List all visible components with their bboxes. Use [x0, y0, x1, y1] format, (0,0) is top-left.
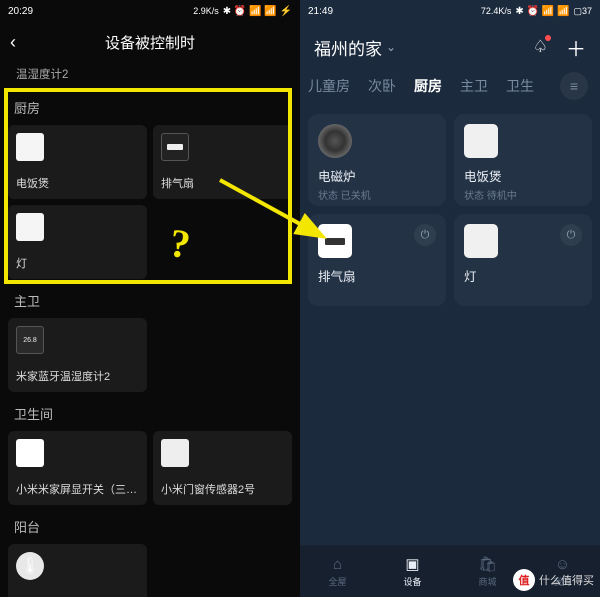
watermark-badge-icon: 值: [513, 569, 535, 591]
device-label: 小米门窗传感器2号: [161, 481, 284, 497]
tab-secondbed[interactable]: 次卧: [368, 76, 396, 96]
mall-icon: 🛍: [478, 555, 497, 573]
device-tile-fan[interactable]: 排气扇: [153, 125, 292, 199]
power-button[interactable]: ⏻: [560, 224, 582, 246]
room-tabs: 儿童房 次卧 厨房 主卫 卫生 ≡: [308, 72, 592, 104]
watermark: 值 什么值得买: [513, 569, 594, 591]
switch-icon: [16, 439, 44, 467]
home-icon: ⌂: [333, 556, 342, 573]
battery-icon: ▢37: [573, 6, 592, 17]
chevron-down-icon[interactable]: ⌄: [386, 40, 396, 54]
light-icon: [464, 224, 498, 258]
section-kitchen-grid: 电饭煲 排气扇 灯: [8, 125, 292, 279]
notification-button[interactable]: ♤: [533, 37, 548, 57]
partial-device-label[interactable]: 温湿度计2: [8, 62, 292, 86]
round-sensor-icon: 🌡: [16, 552, 44, 580]
page-title: 设备被控制时: [30, 32, 290, 53]
right-phone: 21:49 72.4K/s ✱ ⏰ 📶 📶 ▢37 福州的家 ⌄ ♤ ＋ 儿童房…: [300, 0, 600, 597]
status-icons: ✱ ⏰ 📶 📶: [515, 6, 569, 17]
nav-item-whole[interactable]: ⌂ 全屋: [300, 546, 375, 597]
notification-dot: [545, 35, 551, 41]
device-status: 状态 待机中: [464, 187, 582, 202]
section-balcony-grid: 🌡: [8, 544, 292, 597]
right-device-grid: 电磁炉 状态 已关机 电饭煲 状态 待机中 ⏻ 排气扇 ⏻ 灯: [308, 114, 592, 306]
device-label: 电饭煲: [16, 175, 139, 191]
device-label: 米家蓝牙温湿度计2: [16, 368, 139, 384]
induction-cooker-icon: [318, 124, 352, 158]
device-status: 状态 已关机: [318, 187, 436, 202]
device-tile-light-r[interactable]: ⏻ 灯: [454, 214, 592, 306]
nav-item-devices[interactable]: ▣ 设备: [375, 546, 450, 597]
status-speed: 72.4K/s: [481, 6, 512, 16]
device-tile-light[interactable]: 灯: [8, 205, 147, 279]
home-title[interactable]: 福州的家: [314, 35, 382, 60]
power-button[interactable]: ⏻: [414, 224, 436, 246]
device-tile-ricecooker[interactable]: 电饭煲: [8, 125, 147, 199]
status-speed: 2.9K/s: [193, 6, 219, 16]
left-header: ‹ 设备被控制时: [0, 22, 300, 62]
device-tile-thermo[interactable]: 26.8 米家蓝牙温湿度计2: [8, 318, 147, 392]
watermark-text: 什么值得买: [539, 572, 594, 588]
door-sensor-icon: [161, 439, 189, 467]
fan-icon: [161, 133, 189, 161]
thermometer-icon: 26.8: [16, 326, 44, 354]
section-zhuwei-header: 主卫: [8, 279, 292, 318]
left-content: 温湿度计2 厨房 电饭煲 排气扇 灯 主卫 26.8 米家蓝牙温湿度计2 卫生间: [0, 62, 300, 597]
device-tile-induction[interactable]: 电磁炉 状态 已关机: [308, 114, 446, 206]
device-tile-switch[interactable]: 小米米家屏显开关（三开...: [8, 431, 147, 505]
ricecooker-icon: [464, 124, 498, 158]
section-bathroom-grid: 小米米家屏显开关（三开... 小米门窗传感器2号: [8, 431, 292, 505]
device-label: 排气扇: [161, 175, 284, 191]
device-tile-balcony[interactable]: 🌡: [8, 544, 147, 597]
ricecooker-icon: [16, 133, 44, 161]
tab-kitchen[interactable]: 厨房: [414, 76, 442, 96]
section-balcony-header: 阳台: [8, 505, 292, 544]
nav-label: 设备: [403, 575, 421, 588]
back-button[interactable]: ‹: [10, 32, 30, 53]
light-icon: [16, 213, 44, 241]
device-tile-ricecooker-r[interactable]: 电饭煲 状态 待机中: [454, 114, 592, 206]
tab-bathroom[interactable]: 卫生: [506, 76, 534, 96]
device-name: 电磁炉: [318, 166, 436, 185]
device-label: 小米米家屏显开关（三开...: [16, 481, 139, 497]
status-time: 20:29: [8, 6, 193, 17]
tab-kids[interactable]: 儿童房: [308, 76, 350, 96]
device-name: 电饭煲: [464, 166, 582, 185]
right-header: 福州的家 ⌄ ♤ ＋: [300, 22, 600, 72]
right-content: 儿童房 次卧 厨房 主卫 卫生 ≡ 电磁炉 状态 已关机 电饭煲 状态 待机中 …: [300, 72, 600, 545]
tab-zhuwei[interactable]: 主卫: [460, 76, 488, 96]
device-tile-sensor[interactable]: 小米门窗传感器2号: [153, 431, 292, 505]
nav-label: 商城: [478, 575, 496, 588]
device-name: 排气扇: [318, 266, 436, 285]
status-time: 21:49: [308, 6, 481, 17]
fan-icon: [318, 224, 352, 258]
statusbar-left: 20:29 2.9K/s ✱ ⏰ 📶 📶 ⚡: [0, 0, 300, 22]
device-label: 灯: [16, 255, 139, 271]
section-zhuwei-grid: 26.8 米家蓝牙温湿度计2: [8, 318, 292, 392]
add-button[interactable]: ＋: [566, 33, 586, 62]
statusbar-right: 21:49 72.4K/s ✱ ⏰ 📶 📶 ▢37: [300, 0, 600, 22]
section-kitchen-header: 厨房: [8, 86, 292, 125]
device-name: 灯: [464, 266, 582, 285]
left-phone: 20:29 2.9K/s ✱ ⏰ 📶 📶 ⚡ ‹ 设备被控制时 温湿度计2 厨房…: [0, 0, 300, 597]
nav-label: 全屋: [328, 575, 346, 588]
device-tile-fan-r[interactable]: ⏻ 排气扇: [308, 214, 446, 306]
tabs-more-button[interactable]: ≡: [560, 72, 588, 100]
devices-icon: ▣: [405, 555, 419, 573]
section-bathroom-header: 卫生间: [8, 392, 292, 431]
status-icons: ✱ ⏰ 📶 📶 ⚡: [223, 6, 292, 17]
